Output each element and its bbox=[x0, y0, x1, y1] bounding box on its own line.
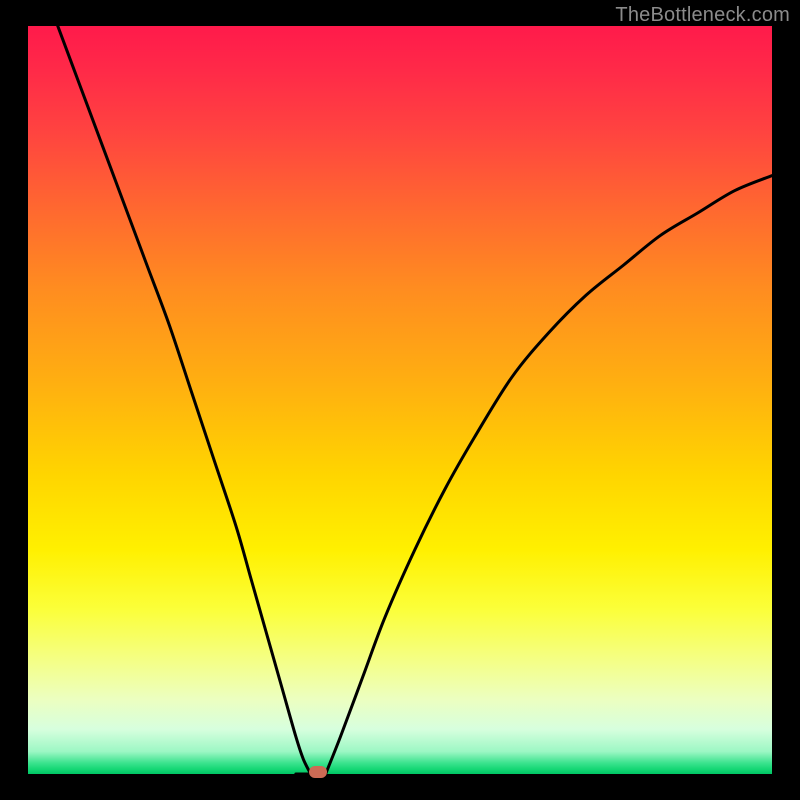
plot-area bbox=[28, 26, 772, 774]
watermark-text: TheBottleneck.com bbox=[615, 4, 790, 27]
bottleneck-curve bbox=[28, 26, 772, 774]
bottleneck-marker bbox=[309, 766, 327, 778]
chart-frame: TheBottleneck.com bbox=[0, 0, 800, 800]
